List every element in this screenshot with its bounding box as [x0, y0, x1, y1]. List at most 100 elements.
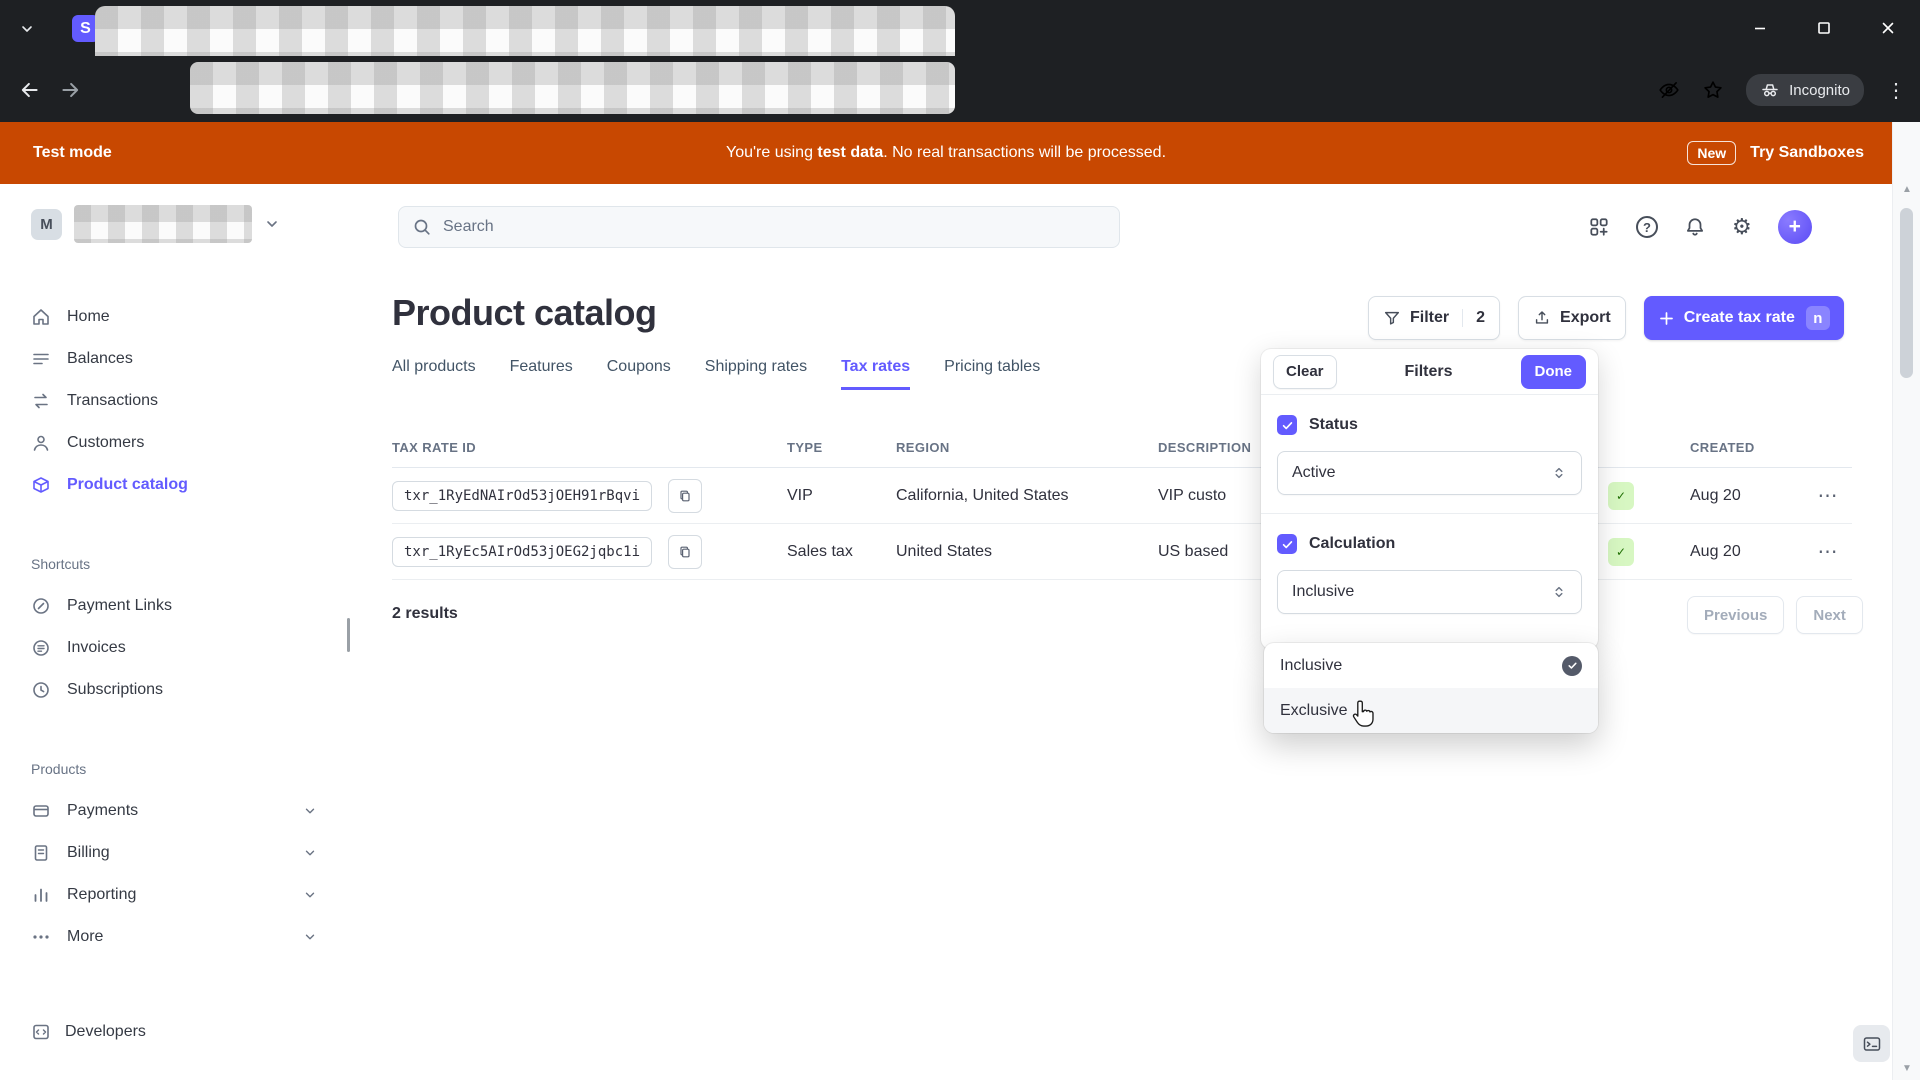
screen: S Incognito ⋮ Test mode You're using tes…	[0, 0, 1920, 1080]
tab-shipping-rates[interactable]: Shipping rates	[705, 358, 807, 390]
filter-count-badge: 2	[1462, 309, 1485, 327]
check-icon	[1282, 421, 1292, 429]
search-input[interactable]	[398, 206, 1120, 248]
tax-rate-id[interactable]: txr_1RyEc5AIrOd53jOEG2jqbc1i	[392, 536, 653, 567]
table-header-row: TAX RATE ID TYPE REGION DESCRIPTION CREA…	[392, 428, 1852, 468]
tab-all-products[interactable]: All products	[392, 358, 476, 390]
eye-off-icon[interactable]	[1658, 79, 1680, 101]
tab-search-button[interactable]	[12, 14, 42, 44]
browser-tab-redacted[interactable]	[95, 6, 955, 56]
chevron-down-icon	[303, 888, 317, 902]
tab-coupons[interactable]: Coupons	[607, 358, 671, 390]
page-title: Product catalog	[392, 292, 657, 333]
keyboard-shortcut-hint: n	[1805, 306, 1830, 330]
shortcuts-section-label: Shortcuts	[31, 556, 91, 572]
sidebar-item-reporting[interactable]: Reporting	[31, 874, 317, 916]
bookmark-star-icon[interactable]	[1702, 79, 1724, 101]
type-cell: VIP	[787, 486, 813, 504]
search-bar	[398, 206, 1120, 248]
sidebar-item-balances[interactable]: Balances	[31, 338, 317, 380]
account-switcher[interactable]: M	[31, 202, 317, 246]
sidebar-item-home[interactable]: Home	[31, 296, 317, 338]
account-name-redacted	[74, 205, 252, 243]
row-overflow-menu[interactable]: ⋯	[1818, 483, 1839, 508]
help-icon[interactable]: ?	[1636, 216, 1658, 238]
sidebar-item-invoices[interactable]: Invoices	[31, 627, 317, 669]
calculation-select[interactable]: Inclusive	[1277, 570, 1582, 614]
payments-icon	[31, 801, 53, 821]
terminal-button[interactable]	[1853, 1025, 1890, 1062]
next-button[interactable]: Next	[1796, 596, 1863, 634]
sidebar-item-developers[interactable]: Developers	[31, 1011, 146, 1053]
calculation-dropdown: Inclusive Exclusive	[1264, 643, 1598, 733]
minimize-icon	[1755, 27, 1765, 30]
transactions-icon	[31, 391, 53, 411]
address-bar-redacted[interactable]	[190, 62, 955, 114]
row-overflow-menu[interactable]: ⋯	[1818, 539, 1839, 564]
scroll-up-arrow[interactable]: ▲	[1893, 184, 1920, 195]
sidebar-item-transactions[interactable]: Transactions	[31, 380, 317, 422]
calculation-filter-label: Calculation	[1309, 535, 1396, 552]
apps-grid-icon[interactable]	[1588, 216, 1610, 238]
test-mode-banner: Test mode You're using test data. No rea…	[0, 122, 1892, 184]
previous-button[interactable]: Previous	[1687, 596, 1785, 634]
plus-icon: +	[1788, 215, 1801, 238]
option-exclusive[interactable]: Exclusive	[1264, 688, 1598, 733]
more-dots-icon	[31, 927, 53, 947]
funnel-icon	[1383, 309, 1401, 327]
status-badge: ✓	[1608, 482, 1634, 510]
tax-rate-id[interactable]: txr_1RyEdNAIrOd53jOEH91rBqvi	[392, 480, 653, 511]
try-sandboxes-link[interactable]: Try Sandboxes	[1750, 144, 1864, 162]
catalog-tabs: All products Features Coupons Shipping r…	[392, 358, 1040, 390]
sidebar-item-product-catalog[interactable]: Product catalog	[31, 464, 317, 506]
plus-icon	[1658, 310, 1675, 327]
forward-button[interactable]	[50, 70, 90, 110]
page-scrollbar[interactable]: ▲ ▼	[1892, 122, 1920, 1080]
sidebar-item-customers[interactable]: Customers	[31, 422, 317, 464]
tab-pricing-tables[interactable]: Pricing tables	[944, 358, 1040, 390]
tab-features[interactable]: Features	[510, 358, 573, 390]
filter-button[interactable]: Filter 2	[1368, 296, 1501, 340]
copy-button[interactable]	[668, 534, 703, 569]
copy-button[interactable]	[668, 478, 703, 513]
status-checkbox[interactable]	[1277, 415, 1297, 435]
back-button[interactable]	[10, 70, 50, 110]
export-icon	[1533, 309, 1551, 327]
check-icon	[1282, 540, 1292, 548]
option-inclusive[interactable]: Inclusive	[1264, 643, 1598, 688]
payment-links-icon	[31, 596, 53, 616]
settings-gear-icon[interactable]: ⚙	[1732, 216, 1752, 238]
test-mode-label: Test mode	[33, 144, 112, 161]
product-catalog-icon	[31, 475, 53, 495]
sidebar-item-billing[interactable]: Billing	[31, 832, 317, 874]
sidebar-item-subscriptions[interactable]: Subscriptions	[31, 669, 317, 711]
scrollbar-thumb[interactable]	[1900, 208, 1913, 378]
results-count: 2 results	[392, 605, 458, 622]
close-button[interactable]	[1856, 0, 1920, 56]
calculation-checkbox[interactable]	[1277, 534, 1297, 554]
create-tax-rate-button[interactable]: Create tax rate n	[1643, 296, 1844, 340]
chevron-down-icon	[22, 26, 32, 32]
clipboard-icon	[680, 490, 690, 501]
status-badge: ✓	[1608, 538, 1634, 566]
status-select[interactable]: Active	[1277, 451, 1582, 495]
region-cell: California, United States	[896, 486, 1069, 504]
arrow-right-icon	[62, 82, 79, 98]
notifications-bell-icon[interactable]	[1684, 216, 1706, 238]
scroll-down-arrow[interactable]: ▼	[1893, 1063, 1920, 1074]
tab-tax-rates[interactable]: Tax rates	[841, 358, 911, 390]
minimize-button[interactable]	[1728, 0, 1792, 56]
sidebar-item-payment-links[interactable]: Payment Links	[31, 585, 317, 627]
sidebar-item-more[interactable]: More	[31, 916, 317, 958]
sidebar-item-payments[interactable]: Payments	[31, 790, 317, 832]
new-badge: New	[1687, 141, 1737, 165]
avatar-button[interactable]: +	[1777, 210, 1812, 244]
export-button[interactable]: Export	[1518, 296, 1626, 340]
customers-icon	[31, 433, 53, 453]
clear-filters-button[interactable]: Clear	[1273, 354, 1337, 389]
sidebar-scrollbar-thumb[interactable]	[347, 618, 350, 652]
browser-menu-icon[interactable]: ⋮	[1886, 78, 1906, 103]
maximize-button[interactable]	[1792, 0, 1856, 56]
terminal-icon	[1863, 1036, 1880, 1051]
done-button[interactable]: Done	[1520, 354, 1586, 389]
